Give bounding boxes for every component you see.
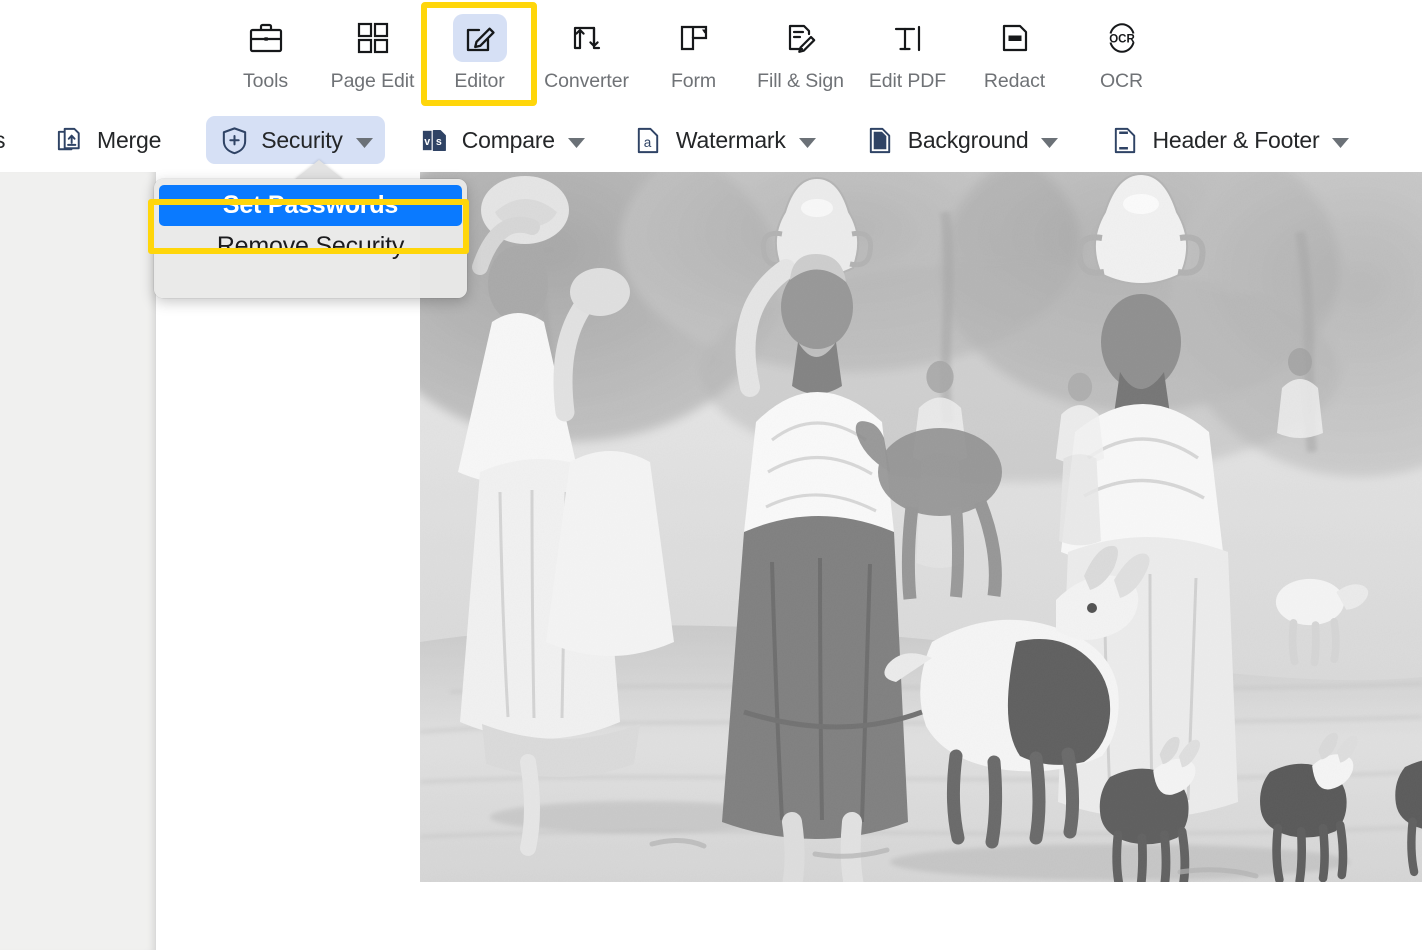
- chevron-down-icon[interactable]: [1332, 135, 1350, 148]
- menu-pointer-arrow: [294, 160, 344, 180]
- svg-text:OCR: OCR: [1109, 34, 1135, 46]
- svg-text:v: v: [424, 135, 430, 147]
- toolbar-item-label: Editor: [454, 70, 505, 92]
- toolbar-item-security[interactable]: Security: [206, 116, 385, 164]
- text-cursor-icon: [881, 14, 935, 62]
- menu-item-label: Remove Security: [216, 232, 405, 260]
- toolbar-item-label: Compare: [461, 126, 555, 153]
- svg-text:s: s: [436, 135, 442, 147]
- svg-text:a: a: [644, 134, 652, 149]
- toolbar-item-label: OCR: [1099, 70, 1144, 92]
- toolbar-item-tools[interactable]: Tools: [212, 0, 319, 108]
- form-layout-icon: [667, 14, 721, 62]
- briefcase-icon: [239, 14, 293, 62]
- secondary-edge-fragment: s: [0, 127, 14, 154]
- toolbar-item-page-edit[interactable]: Page Edit: [319, 0, 426, 108]
- chevron-down-icon[interactable]: [798, 135, 816, 148]
- convert-arrows-icon: [560, 14, 614, 62]
- compare-vs-icon: v s: [419, 124, 451, 156]
- primary-toolbar-row: Tools Page Edit Editor Converter Form Fi…: [0, 0, 1422, 108]
- toolbar-item-converter[interactable]: Converter: [533, 0, 640, 108]
- toolbar-item-watermark[interactable]: a Watermark: [621, 116, 828, 164]
- toolbar-item-label: Merge: [97, 126, 162, 153]
- edit-square-icon: [452, 14, 507, 62]
- chevron-down-icon[interactable]: [1041, 135, 1059, 148]
- menu-item-set-passwords[interactable]: Set Passwords: [159, 185, 462, 226]
- toolbar-item-label: Watermark: [675, 126, 786, 153]
- watermark-a-icon: a: [633, 124, 665, 156]
- toolbar-item-edit-pdf[interactable]: Edit PDF: [854, 0, 961, 108]
- menu-item-remove-security[interactable]: Remove Security: [159, 226, 462, 267]
- secondary-toolbar-row: s Merge: [0, 108, 1422, 172]
- toolbar-item-label: Form: [670, 70, 717, 92]
- grid-squares-icon: [346, 14, 400, 62]
- background-page-icon: [865, 124, 897, 156]
- toolbar-item-label: Converter: [544, 70, 629, 92]
- security-dropdown-menu: Set Passwords Remove Security: [154, 179, 467, 298]
- document-illustration: [420, 172, 1422, 882]
- toolbar-item-redact[interactable]: Redact: [961, 0, 1068, 108]
- toolbar-item-editor[interactable]: Editor: [426, 0, 533, 108]
- toolbar-item-label: Security: [261, 126, 343, 153]
- header-footer-icon: [1109, 124, 1141, 156]
- main-toolbar: Tools Page Edit Editor Converter Form Fi…: [0, 0, 1422, 172]
- toolbar-item-ocr[interactable]: OCR OCR: [1068, 0, 1175, 108]
- toolbar-item-label: Tools: [242, 70, 289, 92]
- toolbar-item-header-footer[interactable]: Header & Footer: [1097, 116, 1361, 164]
- chevron-down-icon[interactable]: [355, 135, 373, 148]
- toolbar-item-label: Edit PDF: [868, 70, 947, 92]
- merge-docs-icon: [54, 124, 86, 156]
- redact-bar-icon: [988, 14, 1042, 62]
- chevron-down-icon[interactable]: [567, 135, 585, 148]
- toolbar-item-compare[interactable]: v s Compare: [407, 116, 597, 164]
- toolbar-item-label: Fill & Sign: [757, 70, 844, 92]
- toolbar-item-label: Page Edit: [330, 70, 415, 92]
- toolbar-item-label: Background: [907, 126, 1029, 153]
- sign-pencil-icon: [774, 14, 828, 62]
- ocr-circle-icon: OCR: [1095, 14, 1149, 62]
- toolbar-item-background[interactable]: Background: [853, 116, 1071, 164]
- shield-plus-icon: [218, 124, 250, 156]
- menu-item-label: Set Passwords: [222, 191, 399, 219]
- toolbar-item-merge[interactable]: Merge: [42, 116, 173, 164]
- toolbar-item-label: Header & Footer: [1152, 126, 1320, 153]
- toolbar-item-fill-sign[interactable]: Fill & Sign: [747, 0, 854, 108]
- app-window: Tools Page Edit Editor Converter Form Fi…: [0, 0, 1422, 950]
- thumbnail-sidebar[interactable]: [0, 172, 156, 950]
- toolbar-item-form[interactable]: Form: [640, 0, 747, 108]
- toolbar-item-label: Redact: [983, 70, 1046, 92]
